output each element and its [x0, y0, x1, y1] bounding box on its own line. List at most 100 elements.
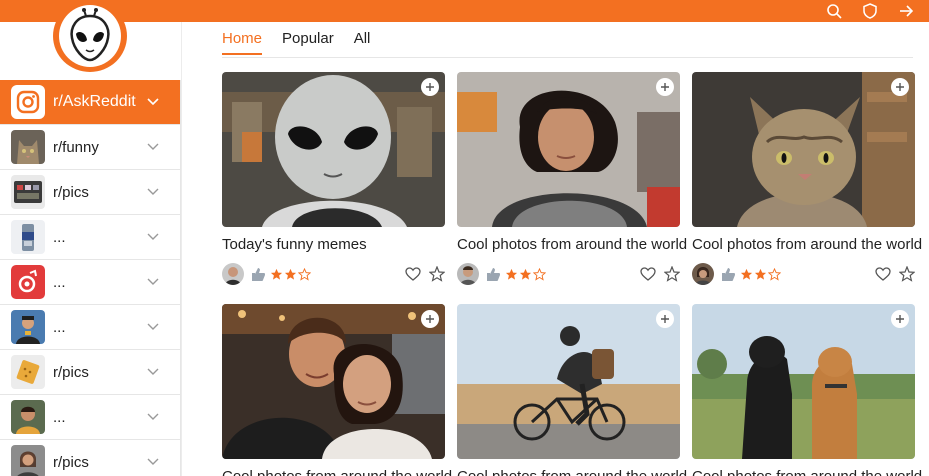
- post-image-alien[interactable]: [222, 72, 445, 227]
- post-card[interactable]: Cool photos from around the world: [692, 304, 922, 476]
- tab-all[interactable]: All: [354, 30, 371, 55]
- post-card[interactable]: Cool photos from around the world: [692, 72, 922, 285]
- add-icon[interactable]: [891, 310, 909, 328]
- red-app-thumb: [11, 265, 45, 299]
- add-icon[interactable]: [421, 78, 439, 96]
- star-empty-icon: [768, 267, 781, 281]
- app-logo[interactable]: [53, 0, 127, 72]
- avatar[interactable]: [457, 263, 479, 285]
- top-icons: [825, 0, 915, 22]
- heart-icon[interactable]: [405, 266, 421, 282]
- post-title[interactable]: Cool photos from around the world: [457, 236, 687, 253]
- search-icon[interactable]: [825, 2, 843, 20]
- pics-thumb: [11, 175, 45, 209]
- portrait-thumb: [11, 400, 45, 434]
- chevron-down-icon[interactable]: [146, 184, 160, 198]
- chevron-down-icon[interactable]: [146, 229, 160, 243]
- share-icon[interactable]: [897, 2, 915, 20]
- sidebar-item-askreddit[interactable]: r/AskReddit: [0, 80, 181, 125]
- chevron-down-icon[interactable]: [146, 454, 160, 468]
- sidebar-item-label: r/funny: [53, 138, 99, 156]
- post-title[interactable]: Today's funny memes: [222, 236, 445, 253]
- post-card[interactable]: Cool photos from around the world: [457, 72, 687, 285]
- post-meta: [457, 263, 680, 285]
- post-image-dogs[interactable]: [692, 304, 915, 459]
- avatar[interactable]: [222, 263, 244, 285]
- sidebar-item-label: r/AskReddit: [53, 93, 136, 110]
- sidebar-item-more-2[interactable]: ...: [0, 260, 181, 305]
- star-favorite-icon[interactable]: [664, 266, 680, 282]
- chevron-down-icon[interactable]: [146, 409, 160, 423]
- sidebar-item-pics-3[interactable]: r/pics: [0, 440, 181, 476]
- sidebar-item-label: ...: [53, 408, 66, 426]
- thumbs-up-icon[interactable]: [720, 266, 736, 282]
- rating-stars: [270, 267, 311, 281]
- post-title[interactable]: Cool photos from around the world: [692, 468, 922, 476]
- post-actions: [640, 266, 680, 282]
- star-filled-icon: [505, 268, 518, 280]
- sidebar-item-more-3[interactable]: ...: [0, 305, 181, 350]
- sidebar-item-more-1[interactable]: ...: [0, 215, 181, 260]
- star-empty-icon: [298, 267, 311, 281]
- post-card[interactable]: Today's funny memes: [222, 72, 445, 285]
- heart-icon[interactable]: [875, 266, 891, 282]
- person-thumb: [11, 310, 45, 344]
- sidebar-item-pics[interactable]: r/pics: [0, 170, 181, 215]
- chevron-down-icon[interactable]: [146, 139, 160, 153]
- star-favorite-icon[interactable]: [429, 266, 445, 282]
- chevron-down-icon[interactable]: [146, 319, 160, 333]
- post-actions: [875, 266, 915, 282]
- sidebar-item-label: r/pics: [53, 363, 89, 381]
- star-filled-icon: [519, 268, 532, 280]
- sidebar-item-label: r/pics: [53, 453, 89, 471]
- star-filled-icon: [270, 268, 283, 280]
- thumbs-up-icon[interactable]: [250, 266, 266, 282]
- sidebar-item-label: ...: [53, 273, 66, 291]
- sidebar-item-label: ...: [53, 228, 66, 246]
- cat-thumb: [11, 130, 45, 164]
- add-icon[interactable]: [421, 310, 439, 328]
- tab-home[interactable]: Home: [222, 30, 263, 55]
- post-meta: [222, 263, 445, 285]
- sidebar-item-label: ...: [53, 318, 66, 336]
- chevron-down-icon[interactable]: [146, 274, 160, 288]
- chevron-down-icon[interactable]: [146, 364, 160, 378]
- add-icon[interactable]: [656, 310, 674, 328]
- star-favorite-icon[interactable]: [899, 266, 915, 282]
- post-title[interactable]: Cool photos from around the world: [692, 236, 922, 253]
- thumbs-up-icon[interactable]: [485, 266, 501, 282]
- rating-stars: [740, 267, 781, 281]
- star-filled-icon: [284, 268, 297, 280]
- post-image-woman[interactable]: [457, 72, 680, 227]
- sidebar-item-funny[interactable]: r/funny: [0, 125, 181, 170]
- post-card[interactable]: Cool photos from around the world: [222, 304, 452, 476]
- avatar[interactable]: [692, 263, 714, 285]
- sidebar-divider: [181, 22, 182, 476]
- sidebar-item-pics-2[interactable]: r/pics: [0, 350, 181, 395]
- post-card[interactable]: Cool photos from around the world: [457, 304, 687, 476]
- heart-icon[interactable]: [640, 266, 656, 282]
- top-bar: [0, 0, 929, 22]
- shield-icon[interactable]: [861, 2, 879, 20]
- post-meta: [692, 263, 915, 285]
- star-filled-icon: [740, 268, 753, 280]
- post-image-cat[interactable]: [692, 72, 915, 227]
- post-actions: [405, 266, 445, 282]
- star-filled-icon: [754, 268, 767, 280]
- add-icon[interactable]: [891, 78, 909, 96]
- portrait-thumb-2: [11, 445, 45, 476]
- chevron-down-icon[interactable]: [146, 94, 160, 108]
- add-icon[interactable]: [656, 78, 674, 96]
- can-thumb: [11, 220, 45, 254]
- post-title[interactable]: Cool photos from around the world: [457, 468, 687, 476]
- feed-tabs: Home Popular All: [222, 30, 390, 55]
- post-image-cyclist[interactable]: [457, 304, 680, 459]
- sidebar-item-more-4[interactable]: ...: [0, 395, 181, 440]
- star-empty-icon: [533, 267, 546, 281]
- tab-popular[interactable]: Popular: [282, 30, 334, 55]
- sidebar-item-label: r/pics: [53, 183, 89, 201]
- post-image-couple[interactable]: [222, 304, 445, 459]
- instagram-icon: [11, 85, 45, 119]
- post-title[interactable]: Cool photos from around the world: [222, 468, 452, 476]
- alien-icon: [70, 8, 110, 62]
